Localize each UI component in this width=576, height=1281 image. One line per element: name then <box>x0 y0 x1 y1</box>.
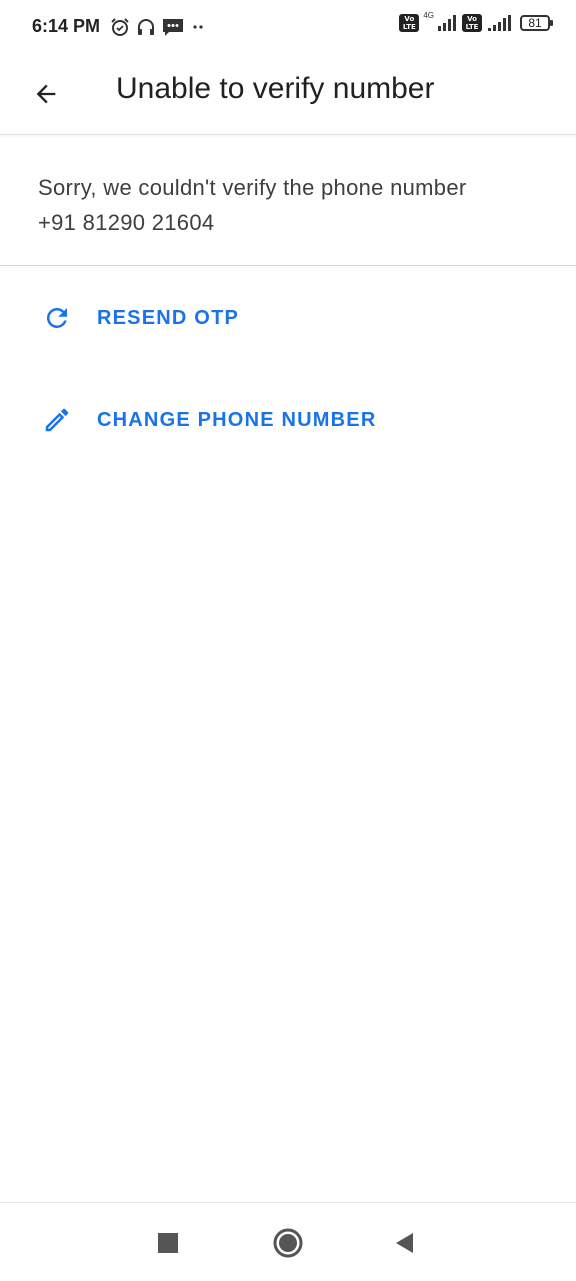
volte-badge-2: Vo LTE <box>462 14 482 32</box>
triangle-back-icon <box>396 1233 413 1253</box>
status-bar: 6:14 PM Vo LTE 4G Vo LTE 81 <box>0 0 576 56</box>
error-message-text: Sorry, we couldn't verify the phone numb… <box>38 175 467 200</box>
error-message: Sorry, we couldn't verify the phone numb… <box>38 170 548 240</box>
refresh-icon <box>40 301 74 335</box>
alarm-icon <box>111 18 129 36</box>
square-icon <box>158 1233 178 1253</box>
status-icons-right: Vo LTE 4G Vo LTE 81 <box>399 10 553 32</box>
resend-otp-button[interactable]: RESEND OTP <box>0 286 576 350</box>
phone-number: +91 81290 21604 <box>38 210 215 235</box>
back-button[interactable] <box>22 70 70 118</box>
signal-icon-sim2 <box>488 15 511 31</box>
resend-otp-label: RESEND OTP <box>97 306 240 329</box>
more-notifications-icon <box>193 25 203 29</box>
recent-apps-button[interactable] <box>150 1225 186 1261</box>
pencil-icon <box>40 403 74 437</box>
home-button[interactable] <box>270 1225 306 1261</box>
change-phone-number-button[interactable]: CHANGE PHONE NUMBER <box>0 388 576 452</box>
app-bar: Unable to verify number <box>0 56 576 135</box>
message-icon <box>163 19 183 36</box>
navigation-bar <box>0 1202 576 1281</box>
volte-badge-1: Vo LTE <box>399 14 420 32</box>
status-icons-left <box>110 17 206 37</box>
circle-icon <box>273 1228 303 1258</box>
network-type: 4G <box>423 10 434 20</box>
divider <box>0 265 576 266</box>
change-phone-number-label: CHANGE PHONE NUMBER <box>97 408 377 431</box>
page-title: Unable to verify number <box>116 72 435 105</box>
back-nav-button[interactable] <box>386 1225 422 1261</box>
status-time: 6:14 PM <box>32 16 101 36</box>
headphones-icon <box>138 19 154 35</box>
battery-indicator: 81 <box>520 15 553 31</box>
arrow-back-icon <box>36 84 56 104</box>
